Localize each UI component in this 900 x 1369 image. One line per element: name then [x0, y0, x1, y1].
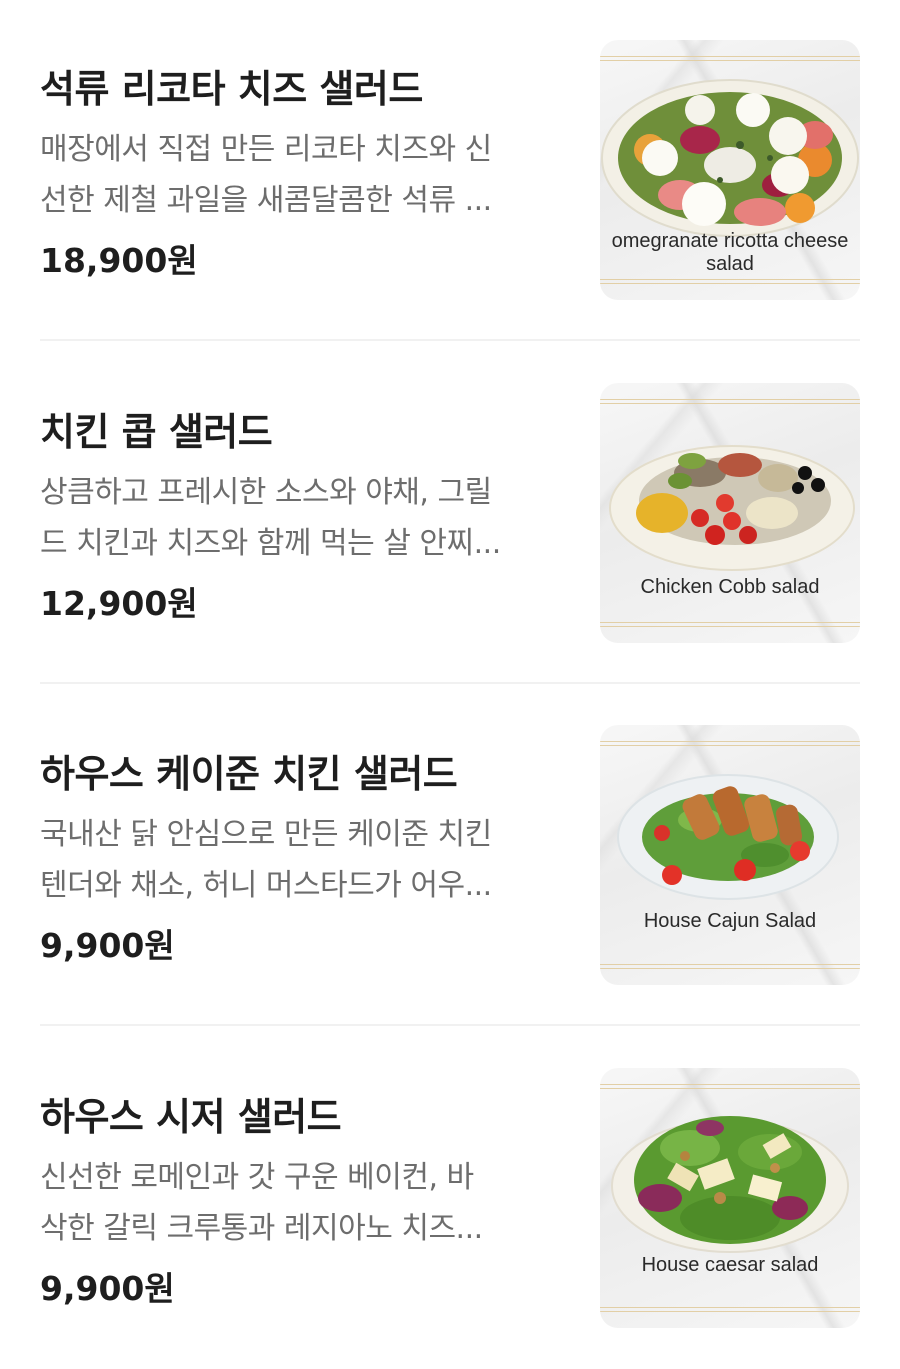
menu-item-description-line: 선한 제철 과일을 새콤달콤한 석류 ... [40, 183, 492, 218]
menu-list: 석류 리코타 치즈 샐러드 매장에서 직접 만든 리코타 치즈와 신 선한 제철… [0, 0, 900, 1369]
image-caption: Chicken Cobb salad [600, 576, 860, 599]
menu-item-house-caesar-salad[interactable]: 하우스 시저 샐러드 신선한 로메인과 갓 구운 베이컨, 바 삭한 갈릭 크루… [40, 1068, 860, 1368]
menu-item-description: 매장에서 직접 만든 리코타 치즈와 신 선한 제철 과일을 새콤달콤한 석류 … [40, 124, 560, 226]
menu-item-image[interactable]: Chicken Cobb salad [600, 383, 860, 643]
menu-item-description: 국내산 닭 안심으로 만든 케이준 치킨 텐더와 채소, 허니 머스타드가 어우… [40, 809, 560, 911]
image-caption-line: salad [706, 253, 754, 275]
menu-item-house-cajun-chicken-salad[interactable]: 하우스 케이준 치킨 샐러드 국내산 닭 안심으로 만든 케이준 치킨 텐더와 … [40, 725, 860, 1026]
image-caption: House caesar salad [600, 1254, 860, 1277]
salad-plate-illustration [609, 445, 855, 571]
gold-border-bottom [600, 622, 860, 627]
menu-item-price: 12,900원 [40, 584, 198, 623]
menu-item-price: 18,900원 [40, 241, 198, 280]
menu-item-description: 상큼하고 프레시한 소스와 야채, 그릴 드 치킨과 치즈와 함께 먹는 살 안… [40, 467, 560, 569]
salad-plate-illustration [617, 774, 839, 900]
menu-item-name: 하우스 시저 샐러드 [40, 1095, 342, 1139]
menu-item-pomegranate-ricotta-salad[interactable]: 석류 리코타 치즈 샐러드 매장에서 직접 만든 리코타 치즈와 신 선한 제철… [40, 40, 860, 341]
menu-item-name: 치킨 콥 샐러드 [40, 410, 273, 454]
divider [40, 1024, 860, 1026]
menu-item-image[interactable]: House caesar salad [600, 1068, 860, 1328]
divider [40, 339, 860, 341]
menu-item-description-line: 매장에서 직접 만든 리코타 치즈와 신 [40, 132, 492, 167]
image-caption: House Cajun Salad [600, 910, 860, 933]
image-caption-line: House Cajun Salad [643, 910, 817, 932]
menu-item-description-line: 상큼하고 프레시한 소스와 야채, 그릴 [40, 475, 492, 510]
menu-item-image[interactable]: omegranate ricotta cheese salad [600, 40, 860, 300]
menu-item-price: 9,900원 [40, 926, 175, 965]
image-caption-line: omegranate ricotta cheese [611, 230, 849, 252]
divider [40, 682, 860, 684]
image-caption: omegranate ricotta cheese salad [600, 230, 860, 276]
image-caption-line: Chicken Cobb salad [640, 576, 820, 598]
menu-item-chicken-cobb-salad[interactable]: 치킨 콥 샐러드 상큼하고 프레시한 소스와 야채, 그릴 드 치킨과 치즈와 … [40, 383, 860, 684]
menu-item-description-line: 삭한 갈릭 크루통과 레지아노 치즈... [40, 1211, 483, 1246]
menu-item-image[interactable]: House Cajun Salad [600, 725, 860, 985]
menu-item-price: 9,900원 [40, 1269, 175, 1308]
salad-plate-illustration [611, 1116, 849, 1253]
gold-border-bottom [600, 964, 860, 969]
image-caption-line: House caesar salad [641, 1254, 819, 1276]
menu-item-description-line: 드 치킨과 치즈와 함께 먹는 살 안찌... [40, 526, 501, 561]
gold-border-bottom [600, 1307, 860, 1312]
menu-item-name: 하우스 케이준 치킨 샐러드 [40, 752, 458, 796]
gold-border-bottom [600, 279, 860, 284]
menu-item-name: 석류 리코타 치즈 샐러드 [40, 67, 423, 111]
menu-item-description-line: 국내산 닭 안심으로 만든 케이준 치킨 [40, 817, 492, 852]
menu-item-description-line: 신선한 로메인과 갓 구운 베이컨, 바 [40, 1160, 474, 1195]
menu-item-description: 신선한 로메인과 갓 구운 베이컨, 바 삭한 갈릭 크루통과 레지아노 치즈.… [40, 1152, 560, 1254]
menu-item-description-line: 텐더와 채소, 허니 머스타드가 어우... [40, 868, 492, 903]
